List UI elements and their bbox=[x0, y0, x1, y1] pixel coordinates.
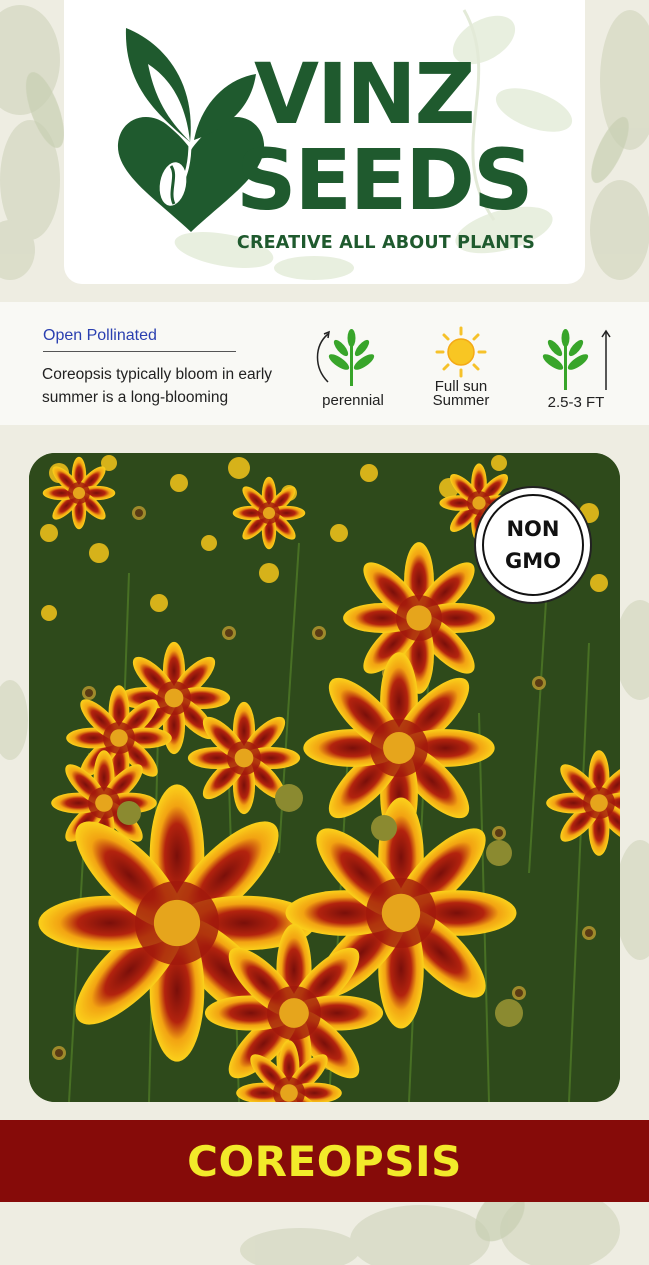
brand-name-line2: SEEDS bbox=[236, 131, 533, 229]
brand-name-line1: VINZ bbox=[254, 45, 475, 143]
attribute-height: 2.5-3 FT bbox=[536, 328, 616, 410]
attribute-label: perennial bbox=[322, 392, 384, 409]
product-name: COREOPSIS bbox=[187, 1136, 462, 1186]
badge-line2: GMO bbox=[505, 549, 561, 573]
description: Coreopsis typically bloom in early summe… bbox=[42, 366, 273, 406]
plant-height-icon bbox=[542, 329, 611, 390]
brand-tagline: CREATIVE ALL ABOUT PLANTS bbox=[236, 233, 536, 253]
sun-icon bbox=[435, 326, 487, 378]
perennial-plant-icon bbox=[316, 329, 375, 386]
badge-line1: NON bbox=[506, 517, 560, 541]
attribute-perennial: perennial bbox=[312, 328, 394, 408]
badge-inner: NON GMO bbox=[482, 494, 584, 596]
divider bbox=[43, 351, 236, 352]
info-band: Open Pollinated Coreopsis typically bloo… bbox=[0, 302, 649, 425]
product-name-band: COREOPSIS bbox=[0, 1120, 649, 1202]
non-gmo-badge: NON GMO bbox=[474, 486, 592, 604]
attribute-label-line2: Summer bbox=[432, 392, 490, 409]
pollination-type: Open Pollinated bbox=[43, 327, 157, 344]
attribute-sun: Full sun Summer bbox=[420, 326, 502, 408]
attribute-label: 2.5-3 FT bbox=[547, 394, 605, 411]
logo-card: VINZ SEEDS CREATIVE ALL ABOUT PLANTS bbox=[64, 0, 585, 284]
